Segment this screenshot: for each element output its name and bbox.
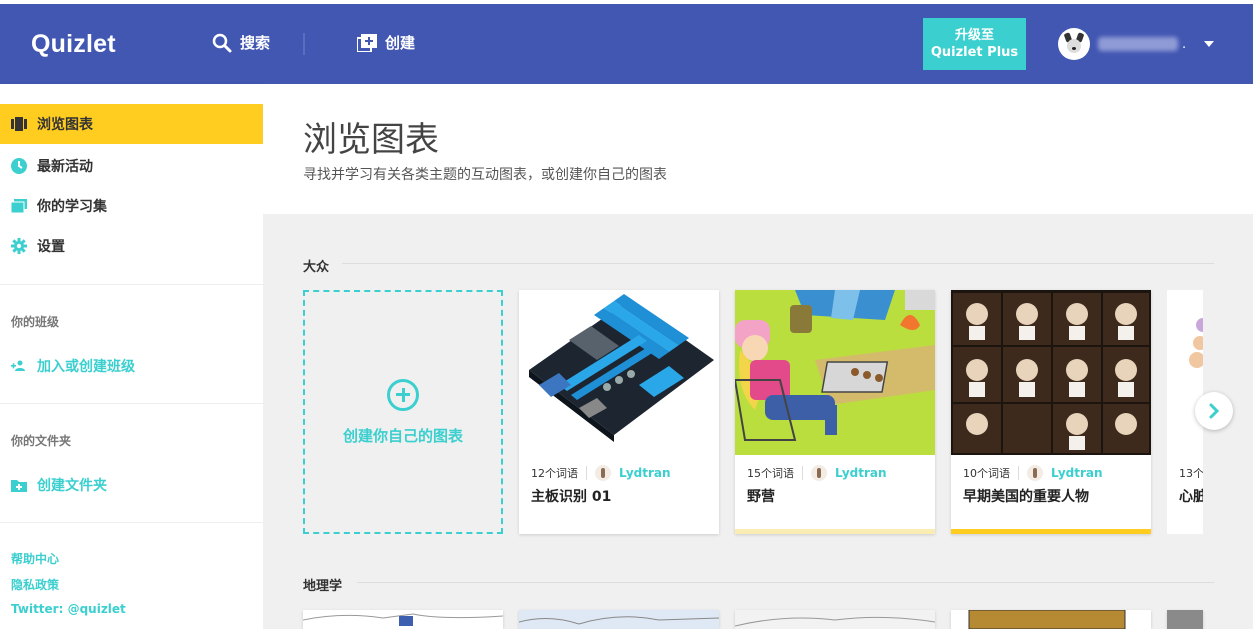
upgrade-line2: Quizlet Plus — [930, 45, 1019, 60]
avatar — [1058, 28, 1090, 60]
create-button[interactable]: 创建 — [357, 32, 415, 53]
sidebar-item-browse-diagrams[interactable]: 浏览图表 — [0, 104, 263, 144]
author-link[interactable]: Lydtran — [835, 466, 887, 480]
sidebar-item-label: 最新活动 — [37, 159, 93, 175]
username-redacted — [1098, 37, 1178, 51]
carousel-next-button[interactable] — [1195, 392, 1233, 430]
diagram-icon — [11, 116, 27, 132]
geography-card[interactable] — [1167, 610, 1203, 629]
sidebar-divider — [0, 284, 263, 285]
join-create-class-link[interactable]: 加入或创建班级 — [11, 356, 135, 376]
plus-circle-icon — [387, 378, 419, 411]
create-folder-link[interactable]: 创建文件夹 — [11, 475, 107, 495]
author-avatar — [1027, 465, 1043, 481]
card-meta: 10个词语 Lydtran — [963, 465, 1103, 481]
add-users-icon — [11, 360, 25, 371]
user-menu[interactable]: . — [1058, 28, 1215, 60]
author-link[interactable]: Lydtran — [1051, 466, 1103, 480]
twitter-link[interactable]: Twitter: @quizlet — [11, 602, 126, 616]
sidebar-item-label: 你的学习集 — [37, 199, 107, 215]
author-avatar — [811, 465, 827, 481]
card-title: 野营 — [747, 489, 775, 505]
help-center-link[interactable]: 帮助中心 — [11, 550, 59, 567]
term-count: 10个词语 — [963, 467, 1010, 480]
term-count: 15个词语 — [747, 467, 794, 480]
term-count: 13个词语 — [1179, 467, 1203, 480]
nav-divider — [303, 33, 305, 55]
motherboard-image — [519, 290, 719, 455]
sidebar-item-your-sets[interactable]: 你的学习集 — [0, 186, 263, 226]
sidebar-item-recent-activity[interactable]: 最新活动 — [0, 146, 263, 186]
chevron-right-icon — [1209, 403, 1220, 419]
sets-icon — [11, 198, 27, 214]
top-navbar: Quizlet 搜索 创建 升级至 Quizlet Plus . — [0, 4, 1253, 84]
geography-card[interactable] — [951, 610, 1151, 629]
diagram-card-camping[interactable]: 15个词语 Lydtran 野营 — [735, 290, 935, 534]
search-icon — [212, 33, 232, 52]
create-diagram-label: 创建你自己的图表 — [342, 426, 463, 445]
folders-heading: 你的文件夹 — [11, 434, 72, 448]
add-folder-icon — [11, 479, 27, 492]
card-title: 主板识别 01 — [531, 489, 612, 505]
sidebar-item-settings[interactable]: 设置 — [0, 226, 263, 266]
geography-card[interactable] — [519, 610, 719, 629]
create-set-icon — [357, 33, 377, 52]
privacy-policy-link[interactable]: 隐私政策 — [11, 576, 59, 593]
page-title: 浏览图表 — [303, 120, 439, 160]
create-folder-label: 创建文件夹 — [37, 478, 107, 494]
clock-icon — [11, 158, 27, 174]
portraits-image — [951, 290, 1151, 455]
page-subtitle: 寻找并学习有关各类主题的互动图表，或创建你自己的图表 — [303, 167, 667, 183]
search-label: 搜索 — [240, 34, 271, 52]
section-title-popular: 大众 — [303, 260, 330, 275]
camping-image — [735, 290, 935, 455]
sidebar-divider — [0, 403, 263, 404]
geography-card[interactable] — [735, 610, 935, 629]
author-link[interactable]: Lydtran — [619, 466, 671, 480]
diagram-card-motherboard[interactable]: 12个词语 Lydtran 主板识别 01 — [519, 290, 719, 534]
sidebar: 浏览图表 最新活动 你的学习集 设置 你的班级 加入或创建班级 你的文件夹 创建… — [0, 84, 263, 629]
card-meta: 13个词语 — [1179, 465, 1203, 481]
section-title-geography: 地理学 — [303, 579, 343, 594]
create-label: 创建 — [385, 34, 416, 52]
create-diagram-card[interactable]: 创建你自己的图表 — [303, 290, 503, 534]
card-title: 心脏 — [1179, 489, 1203, 505]
sidebar-divider — [0, 522, 263, 523]
author-avatar — [595, 465, 611, 481]
search-button[interactable]: 搜索 — [212, 32, 270, 53]
card-meta: 12个词语 Lydtran — [531, 465, 671, 481]
term-count: 12个词语 — [531, 467, 578, 480]
card-title: 早期美国的重要人物 — [963, 489, 1089, 505]
join-create-class-label: 加入或创建班级 — [37, 359, 135, 375]
username-suffix: . — [1182, 36, 1187, 52]
heart-image — [1167, 290, 1203, 455]
section-divider — [357, 582, 1214, 583]
card-meta: 15个词语 Lydtran — [747, 465, 887, 481]
quizlet-logo[interactable]: Quizlet — [31, 30, 116, 59]
chevron-down-icon — [1204, 41, 1215, 47]
card-progress-bar — [735, 529, 935, 534]
sidebar-item-label: 设置 — [37, 239, 65, 255]
classes-heading: 你的班级 — [11, 315, 60, 329]
card-progress-bar — [951, 529, 1151, 534]
geography-card[interactable] — [303, 610, 503, 629]
sidebar-item-label: 浏览图表 — [37, 117, 93, 133]
gear-icon — [11, 238, 27, 254]
upgrade-button[interactable]: 升级至 Quizlet Plus — [923, 18, 1026, 70]
section-divider — [342, 263, 1214, 264]
upgrade-line1: 升级至 — [954, 28, 994, 43]
diagram-card-founding-figures[interactable]: 10个词语 Lydtran 早期美国的重要人物 — [951, 290, 1151, 534]
